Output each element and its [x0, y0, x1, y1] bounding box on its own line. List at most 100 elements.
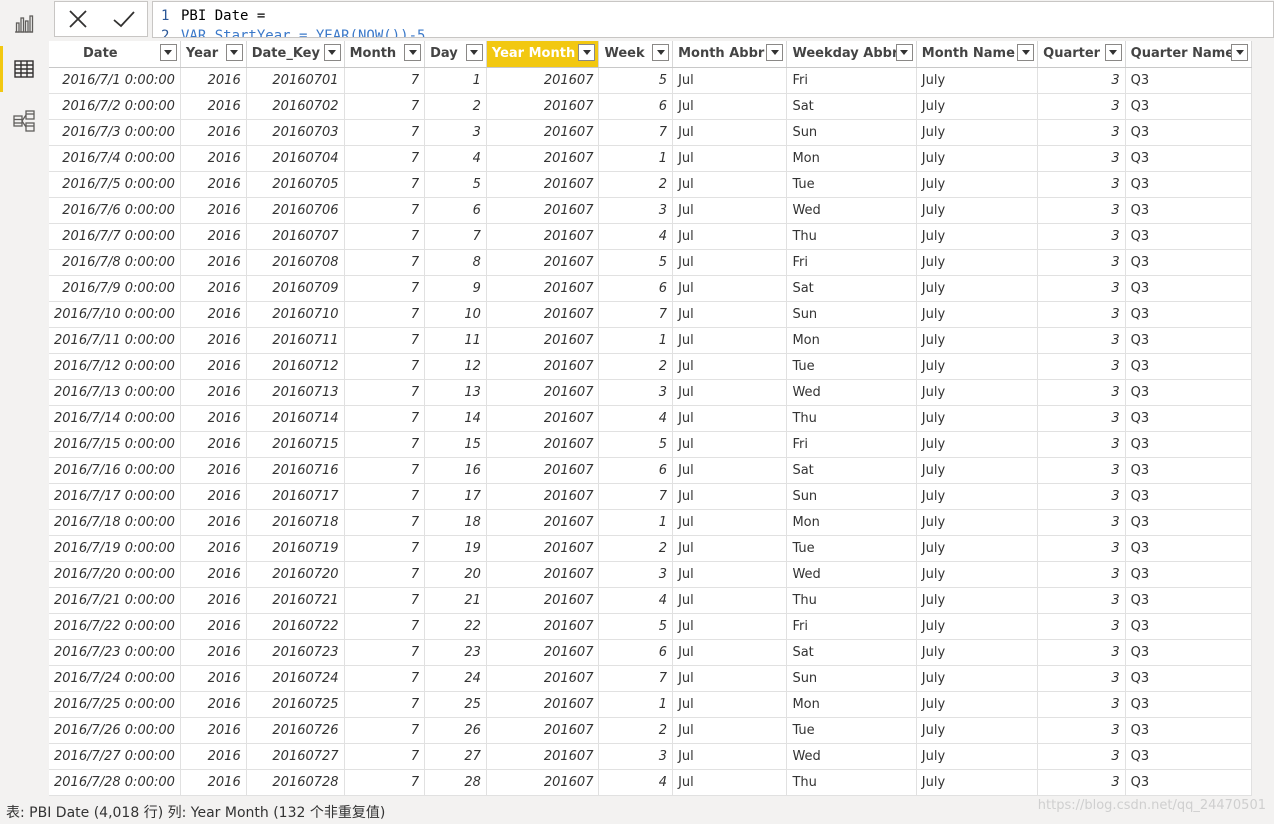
table-cell[interactable]: 20160715 — [246, 431, 345, 458]
table-cell[interactable]: Jul — [672, 431, 788, 458]
table-cell[interactable]: Q3 — [1125, 379, 1252, 406]
table-cell[interactable]: 6 — [598, 93, 674, 120]
table-cell[interactable]: 2016/7/13 0:00:00 — [49, 379, 181, 406]
table-cell[interactable]: 20160720 — [246, 561, 345, 588]
table-cell[interactable]: 5 — [598, 431, 674, 458]
table-cell[interactable]: Fri — [786, 249, 917, 276]
table-cell[interactable]: Jul — [672, 665, 788, 692]
table-cell[interactable]: 2016 — [180, 327, 247, 354]
table-cell[interactable]: 3 — [1037, 717, 1126, 744]
table-cell[interactable]: 7 — [424, 223, 487, 250]
table-cell[interactable]: Q3 — [1125, 171, 1252, 198]
table-cell[interactable]: 201607 — [486, 691, 600, 718]
table-cell[interactable]: 20160728 — [246, 769, 345, 796]
table-cell[interactable]: 2016/7/18 0:00:00 — [49, 509, 181, 536]
table-cell[interactable]: 4 — [598, 769, 674, 796]
filter-dropdown-icon[interactable] — [578, 44, 596, 61]
table-cell[interactable]: 7 — [344, 353, 426, 380]
table-cell[interactable]: 6 — [598, 639, 674, 666]
table-cell[interactable]: 3 — [1037, 197, 1126, 224]
table-cell[interactable]: 20160701 — [246, 67, 345, 94]
table-row[interactable]: 2016/7/25 0:00:00 2016 20160725 7 25 201607 1 J… — [49, 691, 1252, 718]
table-cell[interactable]: 7 — [344, 171, 426, 198]
table-cell[interactable]: 2016 — [180, 431, 247, 458]
table-cell[interactable]: July — [916, 93, 1039, 120]
table-cell[interactable]: Jul — [672, 509, 788, 536]
table-cell[interactable]: Jul — [672, 275, 788, 302]
table-cell[interactable]: 20160725 — [246, 691, 345, 718]
table-cell[interactable]: 201607 — [486, 119, 600, 146]
table-cell[interactable]: 7 — [344, 197, 426, 224]
table-cell[interactable]: 7 — [344, 327, 426, 354]
column-header[interactable]: Quarter Name — [1125, 41, 1252, 68]
table-cell[interactable]: July — [916, 171, 1039, 198]
table-cell[interactable]: 2016/7/15 0:00:00 — [49, 431, 181, 458]
table-cell[interactable]: 201607 — [486, 639, 600, 666]
table-cell[interactable]: Q3 — [1125, 587, 1252, 614]
table-cell[interactable]: Q3 — [1125, 275, 1252, 302]
table-cell[interactable]: 7 — [344, 119, 426, 146]
table-cell[interactable]: 3 — [1037, 431, 1126, 458]
table-cell[interactable]: 7 — [344, 535, 426, 562]
table-cell[interactable]: Tue — [786, 535, 917, 562]
table-cell[interactable]: 201607 — [486, 717, 600, 744]
table-cell[interactable]: 1 — [598, 691, 674, 718]
column-header[interactable]: Month Name — [916, 41, 1039, 68]
table-cell[interactable]: July — [916, 275, 1039, 302]
table-cell[interactable]: 2016 — [180, 509, 247, 536]
table-cell[interactable]: 9 — [424, 275, 487, 302]
column-header[interactable]: Date — [49, 41, 181, 68]
table-cell[interactable]: Jul — [672, 249, 788, 276]
table-row[interactable]: 2016/7/15 0:00:00 2016 20160715 7 15 201607 5 J… — [49, 431, 1252, 458]
table-cell[interactable]: 20160727 — [246, 743, 345, 770]
table-cell[interactable]: 201607 — [486, 431, 600, 458]
table-row[interactable]: 2016/7/11 0:00:00 2016 20160711 7 11 201607 1 J… — [49, 327, 1252, 354]
table-cell[interactable]: 201607 — [486, 197, 600, 224]
table-cell[interactable]: Jul — [672, 223, 788, 250]
table-cell[interactable]: 1 — [598, 327, 674, 354]
table-cell[interactable]: 2016 — [180, 743, 247, 770]
filter-dropdown-icon[interactable] — [404, 44, 422, 61]
table-cell[interactable]: 2016/7/12 0:00:00 — [49, 353, 181, 380]
table-cell[interactable]: Thu — [786, 587, 917, 614]
table-cell[interactable]: 5 — [598, 67, 674, 94]
table-cell[interactable]: 2016 — [180, 405, 247, 432]
table-cell[interactable]: Jul — [672, 743, 788, 770]
table-cell[interactable]: July — [916, 613, 1039, 640]
table-row[interactable]: 2016/7/19 0:00:00 2016 20160719 7 19 201607 2 J… — [49, 535, 1252, 562]
table-cell[interactable]: 21 — [424, 587, 487, 614]
table-cell[interactable]: 7 — [344, 431, 426, 458]
table-cell[interactable]: 17 — [424, 483, 487, 510]
table-cell[interactable]: 2016 — [180, 249, 247, 276]
table-cell[interactable]: 3 — [1037, 457, 1126, 484]
table-cell[interactable]: 2016 — [180, 535, 247, 562]
table-cell[interactable]: 2016/7/19 0:00:00 — [49, 535, 181, 562]
table-cell[interactable]: 3 — [1037, 327, 1126, 354]
table-cell[interactable]: 20160714 — [246, 405, 345, 432]
table-cell[interactable]: 2016/7/14 0:00:00 — [49, 405, 181, 432]
table-cell[interactable]: 2 — [598, 353, 674, 380]
table-cell[interactable]: 3 — [1037, 275, 1126, 302]
table-cell[interactable]: 7 — [344, 301, 426, 328]
table-cell[interactable]: 2016/7/27 0:00:00 — [49, 743, 181, 770]
table-cell[interactable]: 201607 — [486, 249, 600, 276]
table-cell[interactable]: 7 — [344, 405, 426, 432]
table-cell[interactable]: 20160711 — [246, 327, 345, 354]
table-cell[interactable]: 2016 — [180, 717, 247, 744]
table-cell[interactable]: 2016/7/10 0:00:00 — [49, 301, 181, 328]
table-cell[interactable]: 3 — [1037, 587, 1126, 614]
table-cell[interactable]: Jul — [672, 171, 788, 198]
filter-dropdown-icon[interactable] — [1017, 44, 1035, 61]
table-cell[interactable]: Jul — [672, 457, 788, 484]
table-cell[interactable]: July — [916, 431, 1039, 458]
table-cell[interactable]: 7 — [344, 561, 426, 588]
table-cell[interactable]: 2016 — [180, 691, 247, 718]
column-header[interactable]: Quarter — [1037, 41, 1126, 68]
table-cell[interactable]: 7 — [344, 717, 426, 744]
table-cell[interactable]: July — [916, 223, 1039, 250]
table-cell[interactable]: 15 — [424, 431, 487, 458]
table-cell[interactable]: 201607 — [486, 613, 600, 640]
table-cell[interactable]: 2016/7/6 0:00:00 — [49, 197, 181, 224]
table-cell[interactable]: 3 — [1037, 67, 1126, 94]
table-cell[interactable]: 2016/7/23 0:00:00 — [49, 639, 181, 666]
